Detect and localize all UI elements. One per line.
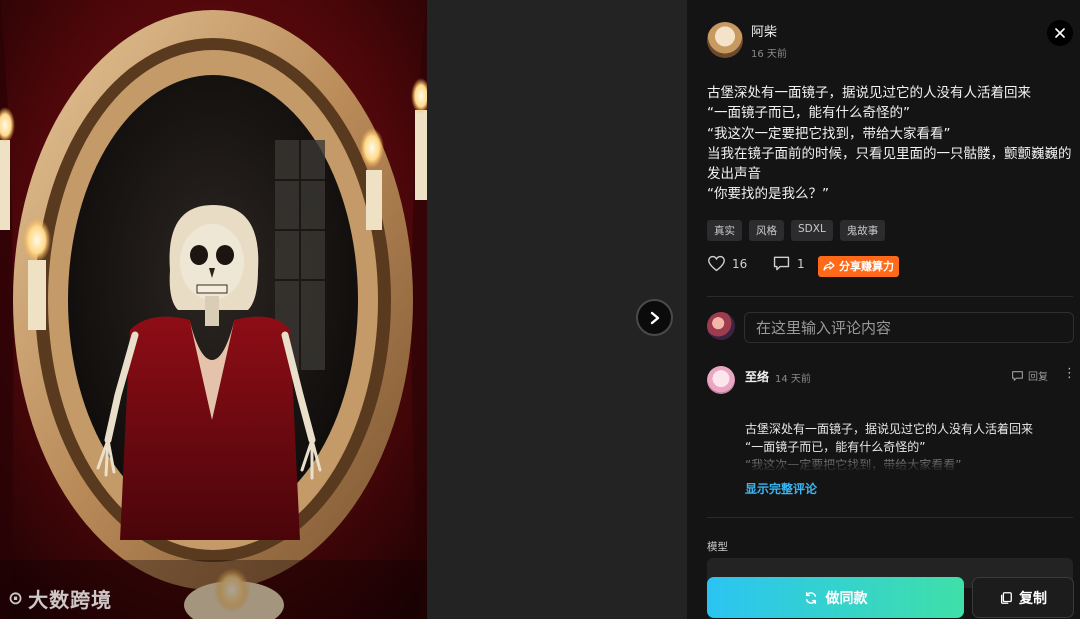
reply-label: 回复 [1028, 372, 1048, 383]
heart-icon [708, 255, 725, 272]
close-button[interactable] [1047, 20, 1073, 46]
close-icon [1055, 28, 1065, 38]
post-image[interactable]: ⊙ 大数跨境 [0, 0, 427, 619]
watermark-text: 大数跨境 [28, 588, 113, 612]
comment-time: 14 天前 [775, 374, 811, 385]
like-button[interactable]: 16 [707, 255, 747, 272]
post-line: “我这次一定要把它找到，带给大家看看” [707, 125, 951, 142]
post-line: 当我在镜子面前的时候，只看见里面的一只骷髅，颤颤巍巍的发出声音 [707, 145, 1072, 183]
comment-icon [773, 256, 790, 271]
tag[interactable]: SDXL [791, 220, 833, 241]
commenter-name[interactable]: 至络 [745, 368, 769, 385]
watermark-logo-icon: ⊙ [8, 588, 25, 609]
post-line: “一面镜子而已，能有什么奇怪的” [707, 105, 910, 122]
watermark: ⊙ 大数跨境 [8, 584, 112, 613]
tag-list: 真实 风格 SDXL 鬼故事 [707, 220, 886, 241]
next-image-button[interactable] [636, 299, 673, 336]
post-time: 16 天前 [751, 49, 787, 60]
comment-count: 1 [797, 256, 805, 271]
show-full-comment-link[interactable]: 显示完整评论 [745, 480, 817, 497]
commenter-avatar[interactable] [707, 366, 735, 394]
like-count: 16 [732, 256, 748, 271]
share-earn-button[interactable]: 分享赚算力 [818, 256, 899, 277]
model-section-label: 模型 [707, 541, 728, 553]
author-avatar[interactable] [707, 22, 743, 58]
post-actions: 16 1 分享赚算力 ⋮ [707, 255, 1067, 277]
comment-line: “我这次一定要把它找到，带给大家看看” [745, 458, 962, 472]
divider [707, 517, 1073, 518]
post-line: 古堡深处有一面镜子，据说见过它的人没有人活着回来 [707, 85, 1031, 101]
refresh-icon [805, 591, 816, 604]
current-user-avatar [707, 312, 735, 340]
author-name[interactable]: 阿柴 [751, 21, 777, 40]
tag[interactable]: 鬼故事 [839, 220, 886, 241]
copy-label: 复制 [1019, 590, 1047, 607]
divider [707, 296, 1073, 297]
reply-icon [1012, 370, 1023, 381]
reply-button[interactable]: 回复 [1011, 368, 1048, 383]
comment-button[interactable]: 1 [772, 255, 805, 272]
copy-icon [1000, 591, 1012, 604]
comment-text: 古堡深处有一面镜子，据说见过它的人没有人活着回来 “一面镜子而已，能有什么奇怪的… [745, 420, 1065, 472]
post-detail-panel: 阿柴 16 天前 古堡深处有一面镜子，据说见过它的人没有人活着回来 “一面镜子而… [687, 0, 1080, 619]
comment-line: 古堡深处有一面镜子，据说见过它的人没有人活着回来 [745, 422, 1034, 436]
chevron-right-icon [650, 311, 659, 324]
comment-line: “一面镜子而已，能有什么奇怪的” [745, 440, 926, 454]
share-icon [823, 261, 835, 271]
make-same-button[interactable]: 做同款 [707, 577, 964, 618]
post-text: 古堡深处有一面镜子，据说见过它的人没有人活着回来 “一面镜子而已，能有什么奇怪的… [707, 83, 1079, 205]
share-earn-label: 分享赚算力 [839, 260, 894, 273]
make-same-label: 做同款 [825, 590, 868, 607]
skeleton-mirror-image [0, 0, 427, 619]
comment-more-icon[interactable]: ⋮ [1063, 366, 1076, 381]
tag[interactable]: 风格 [749, 220, 784, 241]
post-line: “你要找的是我么？” [707, 186, 829, 203]
comment-input[interactable] [744, 312, 1074, 343]
tag[interactable]: 真实 [707, 220, 742, 241]
copy-button[interactable]: 复制 [972, 577, 1074, 618]
